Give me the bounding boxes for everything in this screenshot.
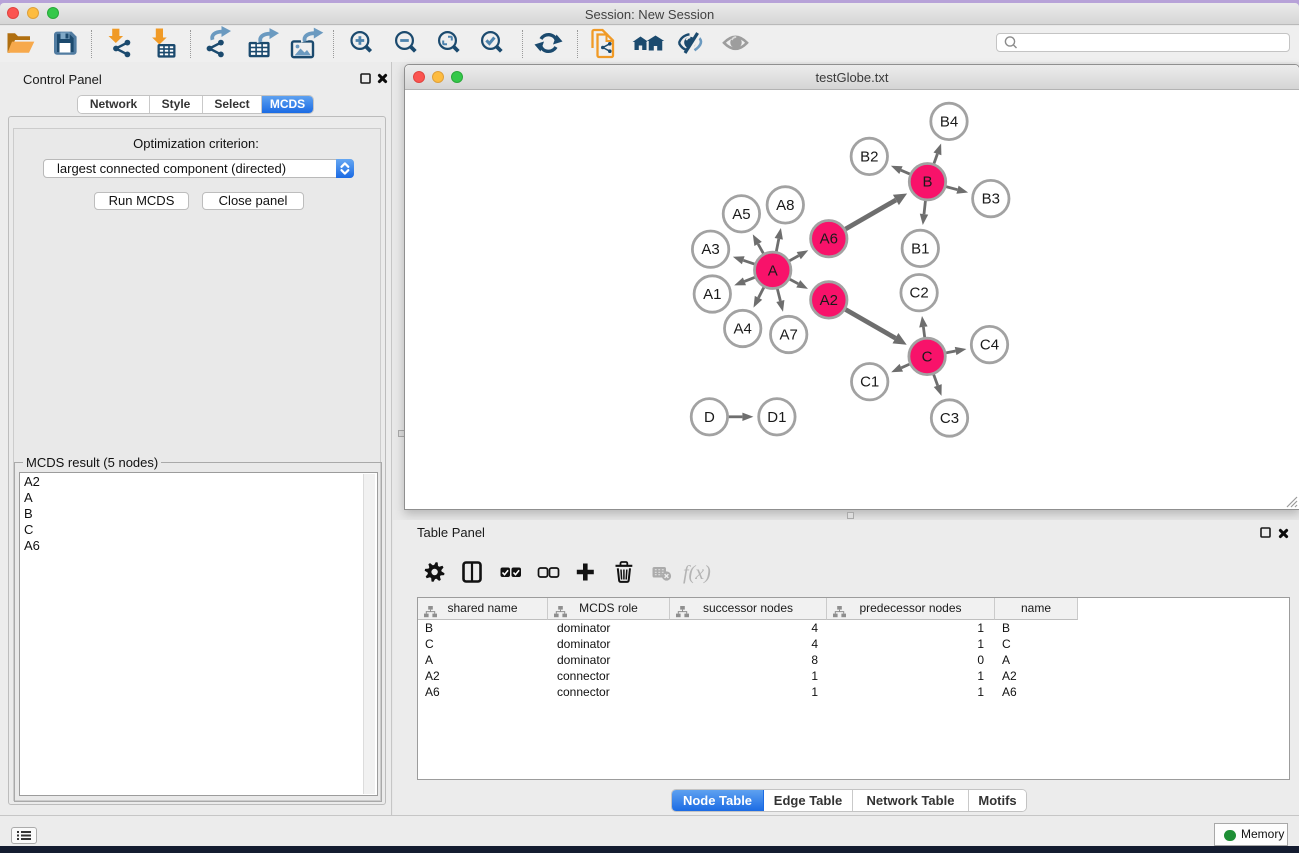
svg-text:B4: B4	[940, 113, 958, 130]
svg-text:f(x): f(x)	[683, 562, 711, 584]
svg-text:A8: A8	[776, 197, 794, 214]
svg-text:C3: C3	[940, 410, 959, 427]
svg-text:C2: C2	[910, 285, 929, 302]
svg-text:A: A	[768, 262, 778, 279]
svg-text:B1: B1	[911, 240, 929, 257]
svg-text:A5: A5	[732, 206, 750, 223]
svg-text:C4: C4	[980, 337, 999, 354]
svg-text:A2: A2	[820, 292, 838, 309]
svg-text:B2: B2	[860, 148, 878, 165]
svg-text:A4: A4	[734, 321, 752, 338]
svg-text:A7: A7	[780, 327, 798, 344]
svg-text:A1: A1	[703, 286, 721, 303]
svg-text:B3: B3	[982, 191, 1000, 208]
svg-text:A3: A3	[701, 241, 719, 258]
svg-text:C: C	[922, 348, 933, 365]
svg-text:D1: D1	[767, 409, 786, 426]
svg-text:A6: A6	[820, 231, 838, 248]
svg-text:D: D	[704, 409, 715, 426]
svg-text:B: B	[922, 174, 932, 191]
svg-text:C1: C1	[860, 374, 879, 391]
